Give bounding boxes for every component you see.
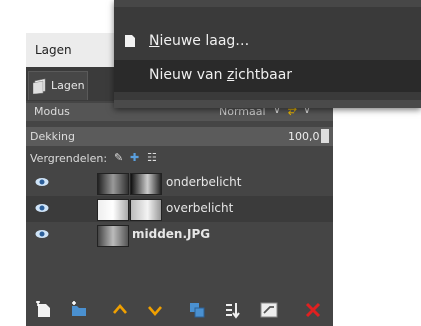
delete-layer-icon[interactable] [304, 301, 322, 319]
new-layer-icon[interactable] [35, 301, 53, 319]
menu-bottom-edge [114, 100, 421, 108]
layer-name[interactable]: overbelicht [166, 201, 233, 215]
tab-layers-label: Lagen [51, 79, 85, 92]
layer-context-menu: Nieuwe laag… Nieuw van zichtbaar [114, 0, 421, 108]
menu-top-edge [114, 0, 421, 7]
eye-icon[interactable] [35, 177, 49, 187]
layer-thumbnail [97, 173, 129, 195]
eye-icon[interactable] [35, 229, 49, 239]
mode-label: Modus [34, 105, 70, 118]
eye-icon[interactable] [35, 203, 49, 213]
anchor-layer-icon[interactable] [223, 301, 241, 319]
new-layer-group-icon[interactable] [70, 301, 88, 319]
menu-item-new-from-visible[interactable]: Nieuw van zichtbaar [114, 60, 421, 92]
layer-mask-thumbnail [130, 173, 162, 195]
raise-layer-icon[interactable] [111, 301, 129, 319]
menu-item-new-layer[interactable]: Nieuwe laag… [114, 26, 421, 58]
opacity-value[interactable]: 100,0 [288, 130, 320, 143]
menu-item-label: Nieuwe laag… [149, 33, 250, 49]
layer-mask-thumbnail [130, 199, 162, 221]
opacity-label: Dekking [30, 130, 75, 143]
layers-toolbar [26, 293, 333, 326]
layer-row[interactable]: overbelicht [26, 196, 333, 222]
tab-layers[interactable]: Lagen [28, 71, 88, 100]
layers-tab-icon [33, 78, 46, 94]
layer-name[interactable]: midden.JPG [132, 227, 210, 241]
layer-thumbnail [97, 199, 129, 221]
lock-label: Vergrendelen: [30, 152, 108, 165]
layer-row[interactable]: midden.JPG [26, 222, 333, 248]
menu-item-label: Nieuw van zichtbaar [149, 67, 293, 83]
layer-name[interactable]: onderbelicht [166, 175, 241, 189]
opacity-spinner[interactable] [321, 129, 329, 143]
layer-row[interactable]: onderbelicht [26, 170, 333, 196]
dock-title: Lagen [35, 43, 72, 57]
opacity-row[interactable]: Dekking 100,0 [26, 127, 333, 146]
duplicate-layer-icon[interactable] [188, 301, 206, 319]
lock-row: Vergrendelen: ✎ ✚ ☷ [26, 149, 333, 167]
lock-alpha-icon[interactable]: ☷ [147, 151, 157, 164]
lock-pixels-icon[interactable]: ✎ [114, 151, 123, 164]
lower-layer-icon[interactable] [146, 301, 164, 319]
new-layer-icon [125, 35, 135, 47]
layer-thumbnail [97, 225, 129, 247]
lock-position-icon[interactable]: ✚ [130, 151, 139, 164]
merge-layer-icon[interactable] [260, 301, 278, 319]
